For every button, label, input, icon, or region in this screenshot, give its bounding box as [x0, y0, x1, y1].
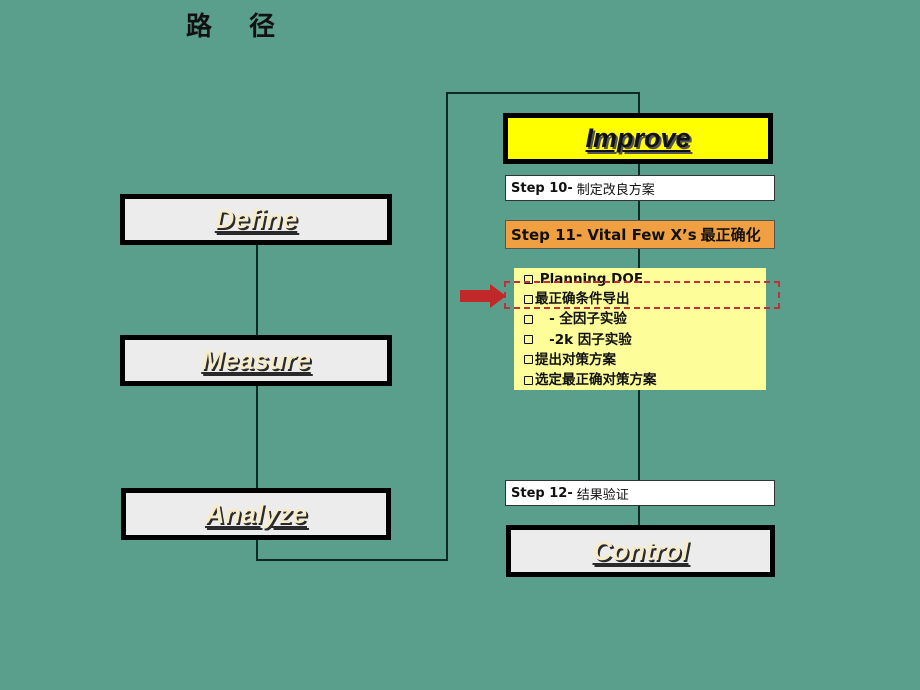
step-12: Step 12- 结果验证	[505, 480, 775, 506]
connector-vertical-bridge	[446, 92, 448, 561]
step-10-text: 制定改良方案	[576, 182, 655, 198]
focus-highlight-box	[504, 281, 780, 309]
step-10: Step 10- 制定改良方案	[505, 175, 775, 201]
phase-analyze: Analyze	[121, 488, 391, 540]
connector-top-horizontal	[446, 92, 639, 94]
phase-define: Define	[120, 194, 392, 245]
checklist-item: 提出对策方案	[524, 350, 766, 370]
checklist-item-text: 提出对策方案	[535, 351, 616, 368]
connector-define-measure	[256, 244, 258, 336]
connector-analyze-down	[256, 538, 258, 561]
page-title: 路 径	[186, 12, 290, 42]
phase-improve-label: Improve	[585, 123, 691, 153]
step-11-text: 最正确化	[700, 226, 761, 244]
phase-analyze-label: Analyze	[204, 498, 308, 529]
checkbox-icon	[524, 375, 533, 385]
step-10-prefix: Step 10-	[511, 180, 573, 196]
checklist-item-text: - 全因子实验	[535, 311, 627, 328]
step-12-text: 结果验证	[576, 487, 629, 503]
phase-control: Control	[506, 525, 775, 577]
phase-improve: Improve	[503, 113, 773, 164]
step-11: Step 11- Vital Few X’s 最正确化	[505, 220, 775, 249]
checklist-item: -2k 因子实验	[524, 330, 766, 350]
pointer-arrow-icon	[460, 284, 506, 308]
checklist-item-text: 选定最正确对策方案	[535, 372, 657, 389]
phase-define-label: Define	[214, 204, 298, 234]
connector-bottom-horizontal	[256, 559, 448, 561]
checklist-item-text: -2k 因子实验	[535, 331, 632, 348]
checklist-item: - 全因子实验	[524, 309, 766, 329]
connector-measure-analyze	[256, 386, 258, 490]
phase-measure: Measure	[120, 335, 392, 386]
step-12-prefix: Step 12-	[511, 485, 573, 501]
checkbox-icon	[524, 355, 533, 365]
phase-measure-label: Measure	[201, 345, 311, 375]
phase-control-label: Control	[592, 535, 689, 566]
checklist-item: 选定最正确对策方案	[524, 370, 766, 390]
step-11-prefix: Step 11- Vital Few X’s	[511, 225, 697, 244]
checkbox-icon	[524, 335, 533, 345]
checkbox-icon	[524, 314, 533, 324]
